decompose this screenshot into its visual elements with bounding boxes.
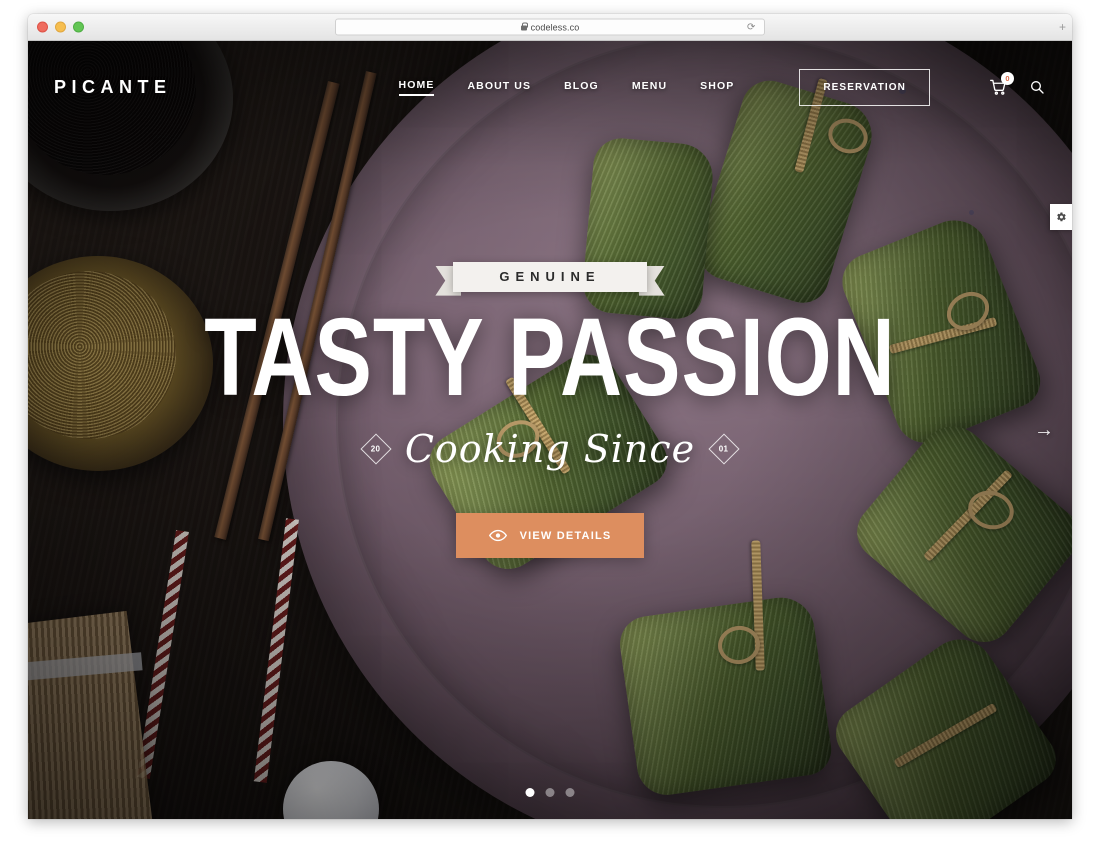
reservation-button[interactable]: RESERVATION (799, 68, 930, 106)
slider-dot-3[interactable] (565, 788, 575, 797)
cart-count-badge: 0 (1001, 72, 1014, 85)
maximize-window-button[interactable] (73, 21, 84, 33)
gear-icon[interactable] (1050, 204, 1072, 230)
nav-item-about-us[interactable]: ABOUT US (467, 80, 531, 95)
year-left-text: 20 (371, 444, 381, 454)
close-window-button[interactable] (37, 21, 48, 33)
hero-ribbon-banner: GENUINE (453, 261, 647, 292)
nav-icon-group: 0 (989, 72, 1046, 96)
cart-icon[interactable]: 0 (989, 72, 1014, 96)
reload-icon[interactable]: ⟳ (747, 22, 756, 32)
view-details-label: VIEW DETAILS (519, 529, 612, 542)
hero-headline: TASTY PASSION (204, 295, 896, 419)
address-bar[interactable]: codeless.co ⟳ (335, 18, 765, 36)
view-details-button[interactable]: VIEW DETAILS (455, 513, 645, 559)
browser-window: codeless.co ⟳ + PICANTE HOME ABOUT US BL… (28, 14, 1072, 819)
lock-icon (520, 22, 528, 30)
nav-item-shop[interactable]: SHOP (700, 80, 734, 95)
main-navigation: HOME ABOUT US BLOG MENU SHOP RESERVATION… (398, 68, 1046, 106)
minimize-window-button[interactable] (55, 21, 66, 33)
slider-dot-1[interactable] (525, 788, 535, 797)
hero-headline-text: TASTY PASSION (204, 295, 896, 419)
eye-icon (488, 529, 507, 542)
hero-script-text: Cooking Since (404, 427, 696, 472)
slider-pagination (525, 788, 575, 797)
search-icon[interactable] (1028, 78, 1046, 96)
browser-toolbar: codeless.co ⟳ + (28, 14, 1072, 41)
nav-item-menu[interactable]: MENU (632, 80, 667, 95)
new-tab-button[interactable]: + (1059, 21, 1066, 33)
hero-subline: 20 Cooking Since 01 (360, 427, 740, 472)
nav-item-blog[interactable]: BLOG (564, 80, 599, 95)
page-viewport: PICANTE HOME ABOUT US BLOG MENU SHOP RES… (28, 41, 1072, 819)
hero-slide-content: GENUINE TASTY PASSION 20 Cooking Since 0… (28, 41, 1072, 819)
year-right-text: 01 (719, 444, 729, 454)
slider-dot-2[interactable] (545, 788, 555, 797)
site-logo[interactable]: PICANTE (54, 77, 172, 98)
year-diamond-right: 01 (708, 433, 740, 465)
nav-item-home[interactable]: HOME (398, 79, 435, 96)
slider-next-arrow[interactable]: → (1034, 420, 1054, 440)
hero-ribbon-text: GENUINE (499, 269, 601, 285)
url-text: codeless.co (530, 22, 580, 32)
site-navbar: PICANTE HOME ABOUT US BLOG MENU SHOP RES… (28, 41, 1072, 133)
window-controls (37, 21, 84, 33)
year-diamond-left: 20 (360, 433, 392, 465)
